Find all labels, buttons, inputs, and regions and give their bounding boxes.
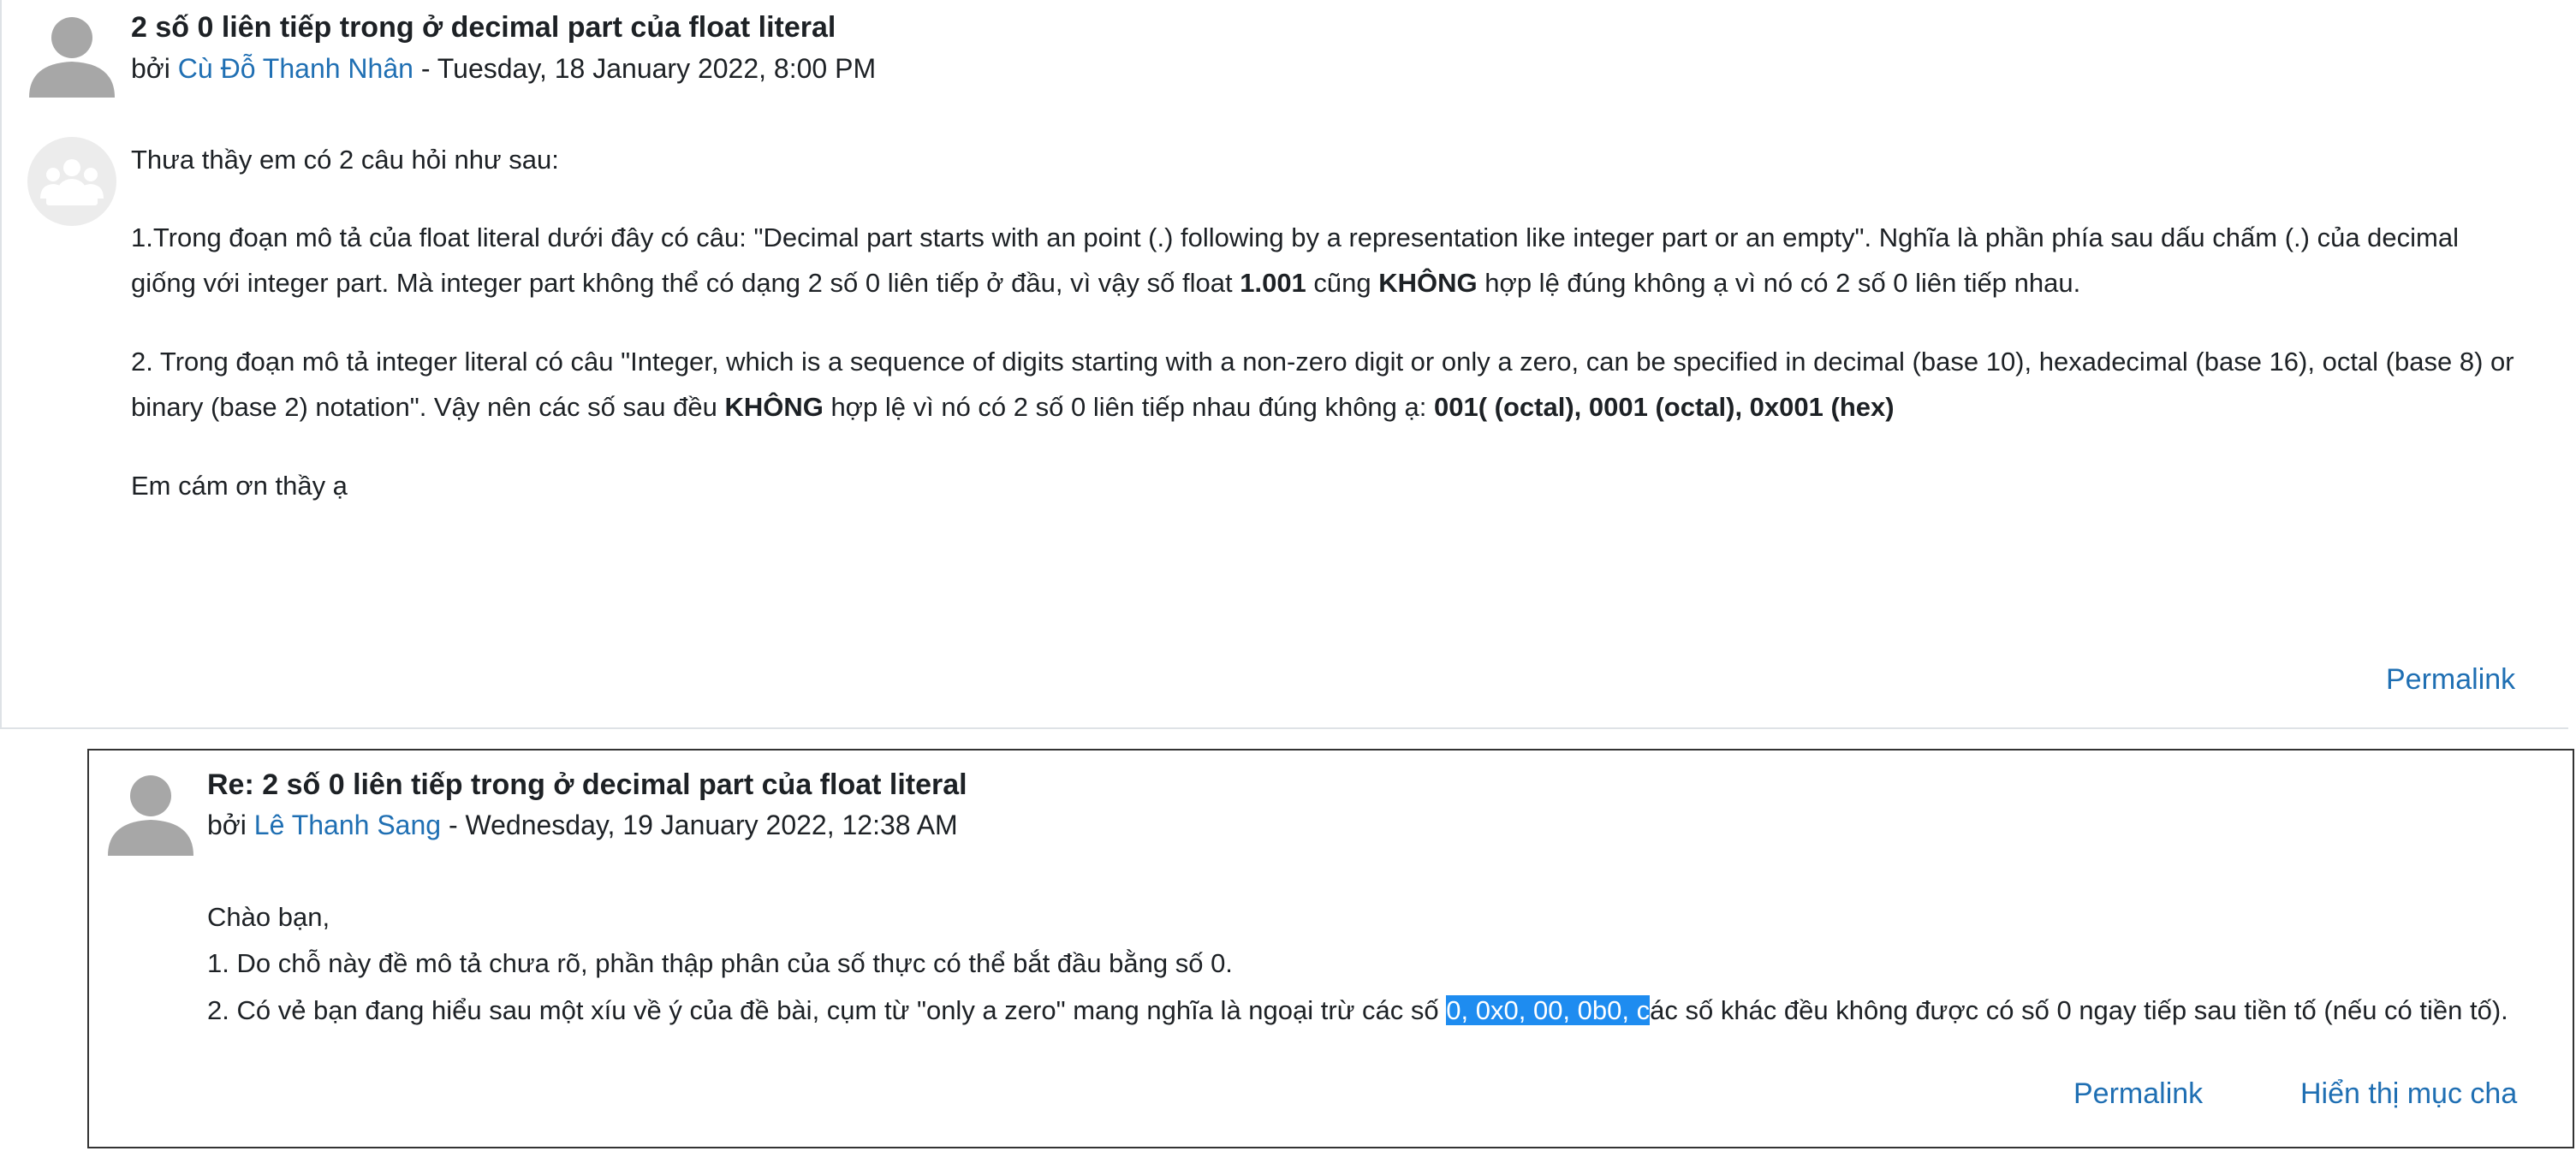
reply-text-2: ác số khác đều không được có số 0 ngay t… [1650, 995, 2508, 1025]
q1-bold-number: 1.001 [1240, 268, 1306, 298]
q1-text-3: hợp lệ đúng không ạ vì nó có 2 số 0 liên… [1477, 268, 2081, 298]
text-selection-highlight[interactable]: 0, 0x0, 00, 0b0, c [1446, 995, 1651, 1025]
group-icon [27, 137, 116, 226]
forum-post-original: 2 số 0 liên tiếp trong ở decimal part củ… [0, 0, 2568, 729]
reply-point-1: 1. Do chỗ này đề mô tả chưa rõ, phần thậ… [207, 948, 1233, 978]
reply-text: 2. Có vẻ bạn đang hiểu sau một xíu về ý … [207, 995, 1447, 1025]
post-title: Re: 2 số 0 liên tiếp trong ở decimal par… [207, 768, 967, 801]
user-avatar-icon[interactable] [27, 9, 116, 98]
question-1-line-2: giống với integer part. Mà integer part … [131, 260, 2080, 306]
q2-text: binary (base 2) notation". Vậy nên các s… [131, 392, 725, 422]
post-title: 2 số 0 liên tiếp trong ở decimal part củ… [131, 11, 836, 44]
reply-greeting: Chào bạn, [207, 902, 330, 932]
post-byline: bởi Lê Thanh Sang - Wednesday, 19 Januar… [207, 808, 958, 842]
q2-bold-examples: 001( (octal), 0001 (octal), 0x001 (hex) [1434, 392, 1895, 422]
forum-post-reply: Re: 2 số 0 liên tiếp trong ở decimal par… [87, 749, 2574, 1148]
post-date: - Wednesday, 19 January 2022, 12:38 AM [441, 810, 958, 840]
q1-text: giống với integer part. Mà integer part … [131, 268, 1240, 298]
post-byline: bởi Cù Đỗ Thanh Nhân - Tuesday, 18 Janua… [131, 51, 876, 86]
permalink-link[interactable]: Permalink [2386, 663, 2515, 697]
permalink-link[interactable]: Permalink [2073, 1077, 2203, 1111]
byline-prefix: bởi [207, 810, 247, 840]
post-thanks: Em cám ơn thầy ạ [131, 471, 348, 501]
user-avatar-icon[interactable] [106, 767, 195, 856]
q2-bold-khong: KHÔNG [724, 392, 824, 422]
show-parent-link[interactable]: Hiển thị mục cha [2300, 1077, 2517, 1111]
author-link[interactable]: Lê Thanh Sang [254, 810, 441, 840]
question-2-line-1: 2. Trong đoạn mô tả integer literal có c… [131, 347, 2514, 377]
author-link[interactable]: Cù Đỗ Thanh Nhân [178, 53, 413, 84]
q2-text-2: hợp lệ vì nó có 2 số 0 liên tiếp nhau đú… [823, 392, 1434, 422]
q1-text-2: cũng [1306, 268, 1379, 298]
post-greeting: Thưa thầy em có 2 câu hỏi như sau: [131, 145, 559, 175]
q1-bold-khong: KHÔNG [1378, 268, 1478, 298]
reply-point-2: 2. Có vẻ bạn đang hiểu sau một xíu về ý … [207, 988, 2508, 1034]
byline-prefix: bởi [131, 53, 170, 84]
post-date: - Tuesday, 18 January 2022, 8:00 PM [413, 53, 877, 84]
question-2-line-2: binary (base 2) notation". Vậy nên các s… [131, 384, 1895, 430]
question-1-line-1: 1.Trong đoạn mô tả của float literal dướ… [131, 222, 2459, 252]
